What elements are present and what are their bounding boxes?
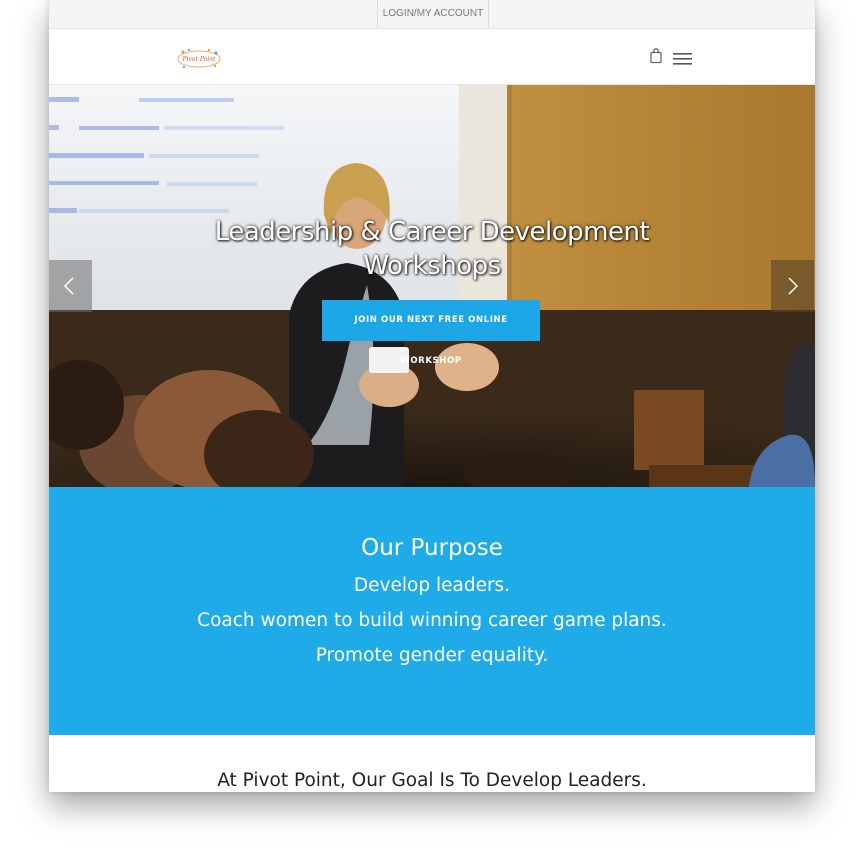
hero-title-line-1: Leadership & Career Development [214,217,650,247]
chevron-right-icon [788,277,799,295]
purpose-line: Develop leaders. [353,575,511,596]
top-utility-bar: LOGIN/MY ACCOUNT [49,0,815,29]
purpose-title: Our Purpose [361,535,503,561]
hamburger-menu-icon[interactable] [673,51,693,65]
goal-heading: At Pivot Point, Our Goal Is To Develop L… [217,770,647,791]
chevron-left-icon [63,277,74,295]
join-workshop-button[interactable]: JOIN OUR NEXT FREE ONLINE WORKSHOP [322,300,540,366]
site-header: Pivot Point [49,29,815,85]
purpose-line: Coach women to build winning career game… [197,610,667,631]
slider-next-button[interactable] [771,260,814,312]
login-my-account-link[interactable]: LOGIN/MY ACCOUNT [377,0,489,28]
purpose-section: Our Purpose Develop leaders. Coach women… [49,487,815,735]
site-logo[interactable]: Pivot Point [175,47,223,71]
purpose-line: Promote gender equality. [315,645,549,666]
hero-photo [49,85,815,487]
hero-title-line-2: Workshops [363,251,501,281]
hero-slider: Leadership & Career Development Workshop… [49,85,815,487]
browser-window: LOGIN/MY ACCOUNT Pivot Point Leadership … [49,0,815,792]
shopping-bag-icon[interactable] [649,48,663,64]
slider-prev-button[interactable] [49,260,92,312]
logo-wordmark: Pivot Point [182,56,216,63]
hero-title: Leadership & Career Development Workshop… [182,215,682,283]
